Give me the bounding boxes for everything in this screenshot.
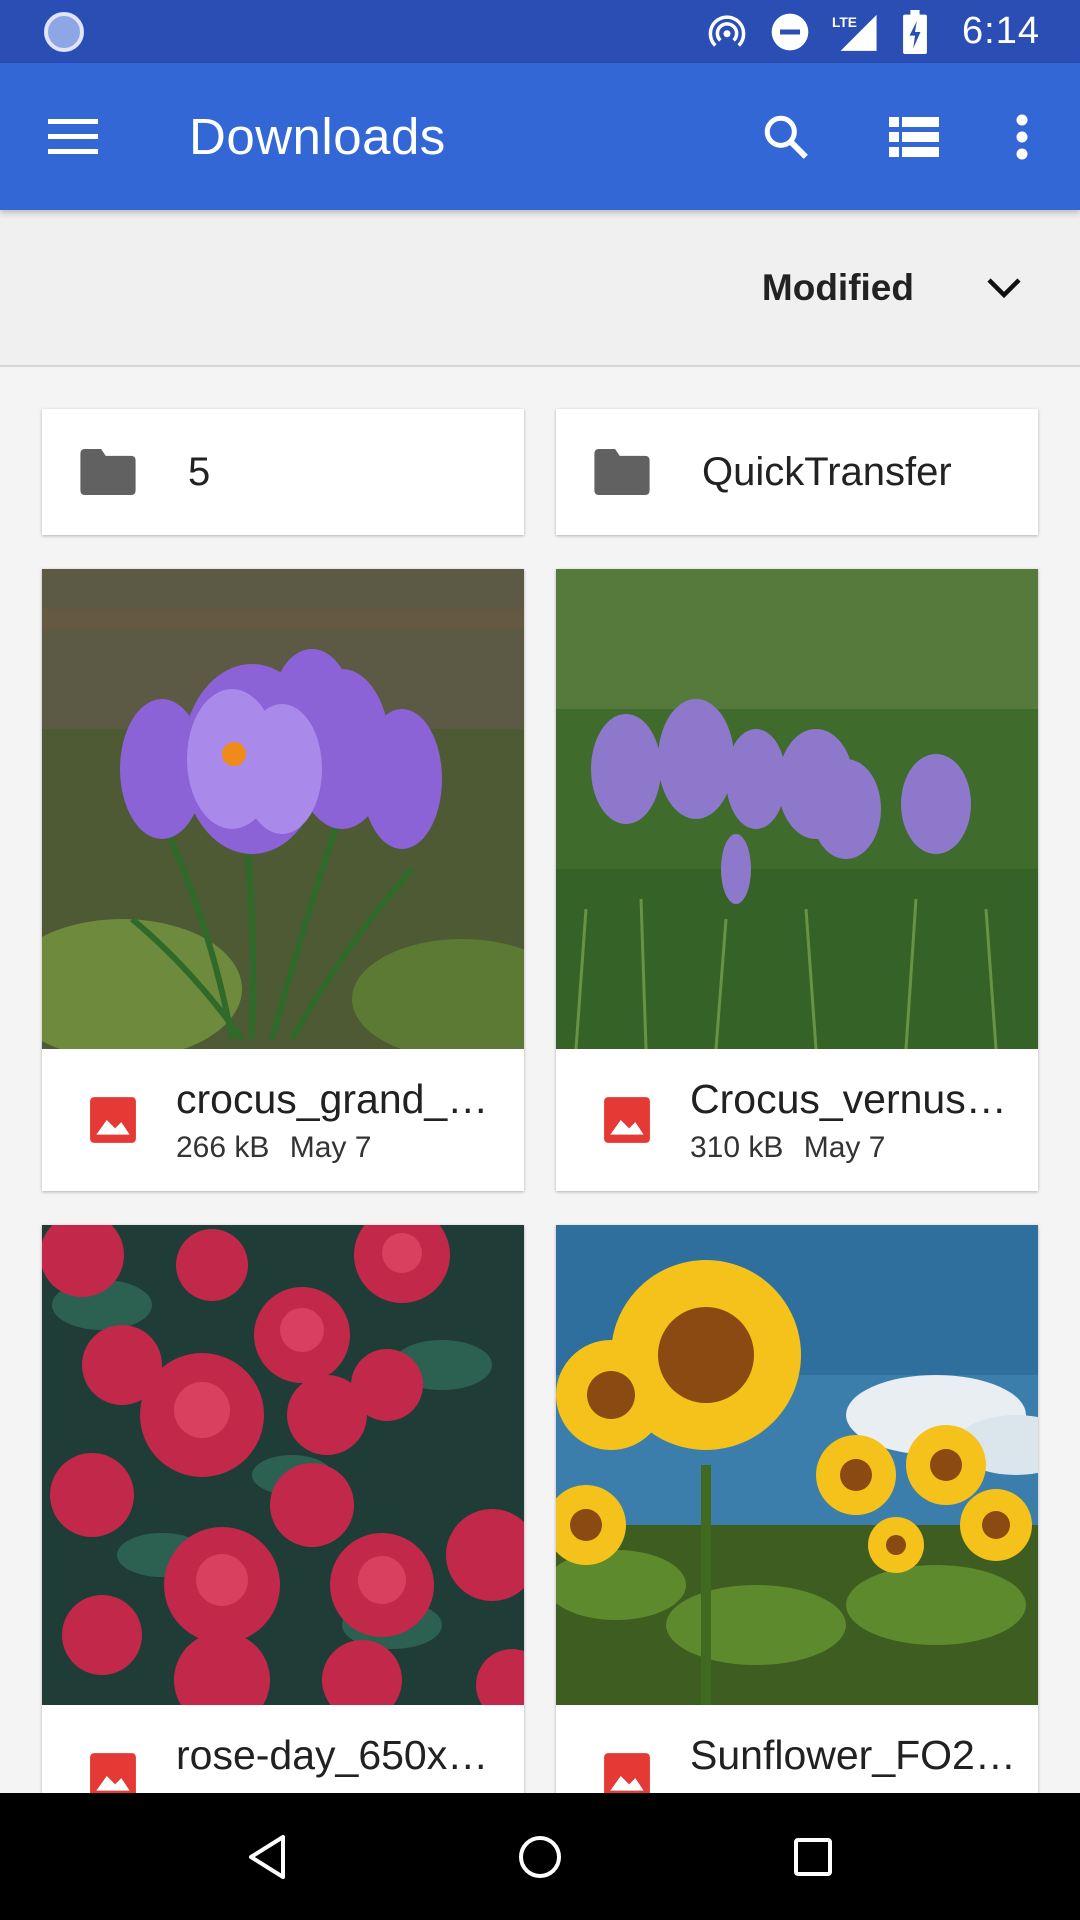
battery-charging-icon <box>903 9 927 54</box>
search-button[interactable] <box>736 87 836 187</box>
list-view-button[interactable] <box>864 87 964 187</box>
sort-bar: Modified <box>0 210 1080 367</box>
home-icon <box>518 1835 561 1878</box>
back-button[interactable] <box>222 1812 312 1902</box>
image-file-icon <box>604 1753 650 1793</box>
folder-name: QuickTransfer <box>702 449 952 494</box>
recents-icon <box>794 1837 833 1876</box>
image-file-icon <box>604 1097 650 1143</box>
file-size: 266 kB <box>176 1130 270 1164</box>
image-file-icon <box>90 1753 136 1793</box>
menu-button[interactable] <box>23 87 123 187</box>
search-icon <box>764 115 808 159</box>
navigation-bar <box>0 1793 1080 1920</box>
file-size: 310 kB <box>690 1130 784 1164</box>
file-item[interactable]: rose-day_650x… <box>42 1225 524 1793</box>
lte-signal-icon: LTE <box>832 14 877 51</box>
folder-icon <box>80 449 136 495</box>
image-thumbnail <box>556 569 1038 1049</box>
sort-dropdown-toggle[interactable] <box>974 258 1034 318</box>
file-grid: 5 QuickTransfer crocus_grand_… 266 kB Ma… <box>0 367 1080 1793</box>
menu-icon <box>48 118 98 154</box>
file-item[interactable]: Crocus_vernus… 310 kB May 7 <box>556 569 1038 1191</box>
app-bar: Downloads <box>0 63 1080 210</box>
folder-item[interactable]: 5 <box>42 409 524 535</box>
back-icon <box>248 1834 285 1879</box>
more-vert-icon <box>1016 114 1028 159</box>
status-clock: 6:14 <box>962 10 1040 52</box>
recents-button[interactable] <box>768 1812 858 1902</box>
home-button[interactable] <box>495 1812 585 1902</box>
list-view-icon <box>889 116 939 157</box>
folder-item[interactable]: QuickTransfer <box>556 409 1038 535</box>
file-name: crocus_grand_… <box>176 1075 489 1122</box>
image-thumbnail <box>42 1225 524 1705</box>
image-thumbnail <box>42 569 524 1049</box>
file-item[interactable]: crocus_grand_… 266 kB May 7 <box>42 569 524 1191</box>
sync-icon <box>44 11 84 52</box>
file-name: Sunflower_FO2… <box>690 1731 1016 1778</box>
do-not-disturb-icon <box>771 13 809 50</box>
status-bar: LTE 6:14 <box>0 0 1080 63</box>
file-name: Crocus_vernus… <box>690 1075 1007 1122</box>
file-date: May 7 <box>803 1130 886 1164</box>
svg-text:LTE: LTE <box>832 14 857 29</box>
folder-icon <box>594 449 650 495</box>
image-thumbnail <box>556 1225 1038 1705</box>
file-name: rose-day_650x… <box>176 1731 489 1778</box>
sort-dropdown[interactable]: Modified <box>762 267 914 309</box>
file-item[interactable]: Sunflower_FO2… <box>556 1225 1038 1793</box>
folder-name: 5 <box>188 449 211 494</box>
chevron-down-icon <box>987 277 1021 298</box>
file-date: May 7 <box>289 1130 372 1164</box>
image-file-icon <box>90 1097 136 1143</box>
hotspot-icon <box>708 14 746 47</box>
page-title: Downloads <box>189 108 446 165</box>
more-options-button[interactable] <box>972 87 1072 187</box>
